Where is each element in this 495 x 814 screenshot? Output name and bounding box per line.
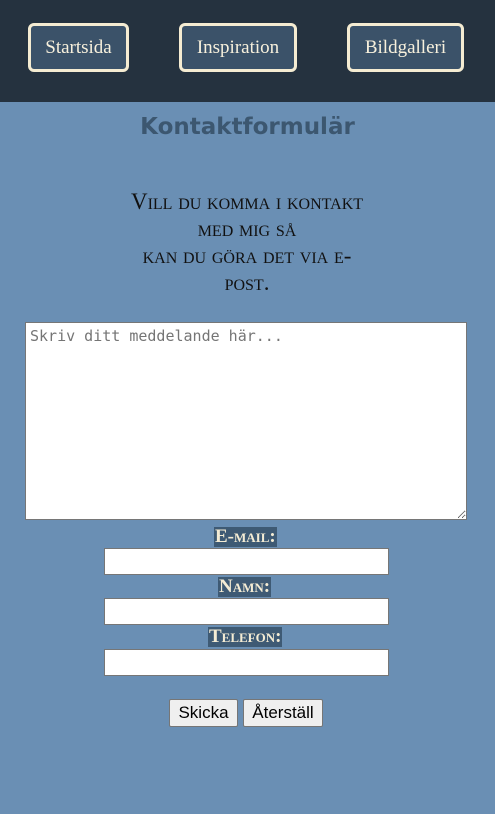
name-label: Namn: <box>218 576 272 597</box>
nav-button-bildgalleri[interactable]: Bildgalleri <box>347 23 464 72</box>
email-label: E-mail: <box>214 526 277 547</box>
name-field[interactable] <box>104 598 389 625</box>
reset-button[interactable]: Återställ <box>243 699 323 727</box>
nav-button-startsida[interactable]: Startsida <box>28 23 129 72</box>
intro-line: med mig så <box>197 216 297 241</box>
email-field[interactable] <box>104 548 389 575</box>
intro-line: post. <box>224 270 270 295</box>
phone-field[interactable] <box>104 649 389 676</box>
nav-button-inspiration[interactable]: Inspiration <box>179 23 297 72</box>
intro-text: Vill du komma i kontakt med mig så kan d… <box>107 188 387 296</box>
navbar: Startsida Inspiration Bildgalleri <box>0 0 495 102</box>
submit-button[interactable]: Skicka <box>169 699 238 727</box>
page-title: Kontaktformulär <box>140 114 355 140</box>
intro-line: Vill du komma i kontakt <box>130 189 364 214</box>
intro-line: kan du göra det via e- <box>142 243 352 268</box>
message-textarea[interactable] <box>25 322 467 520</box>
phone-label: Telefon: <box>208 626 283 647</box>
